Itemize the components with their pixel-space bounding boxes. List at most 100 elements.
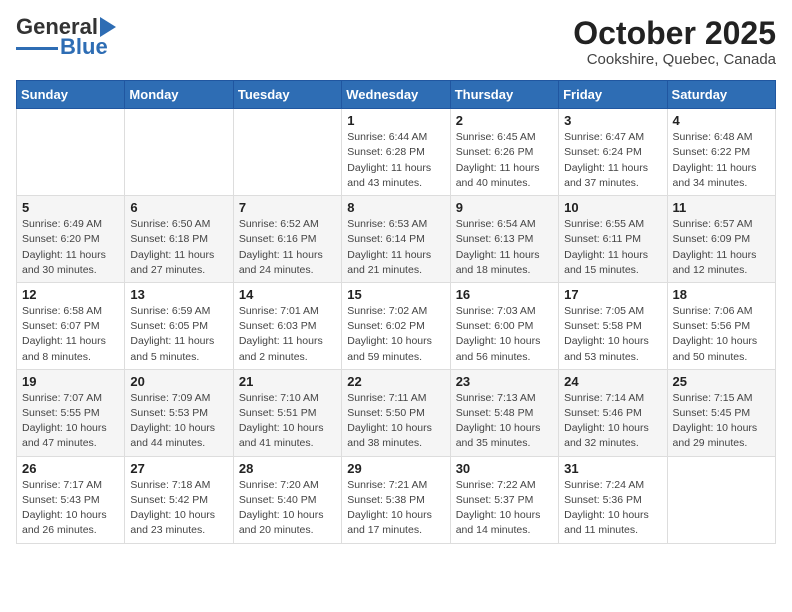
location-subtitle: Cookshire, Quebec, Canada [573,51,776,68]
header-monday: Monday [125,81,233,109]
day-info-26: Sunrise: 7:17 AM Sunset: 5:43 PM Dayligh… [22,478,119,539]
day-info-23: Sunrise: 7:13 AM Sunset: 5:48 PM Dayligh… [456,391,553,452]
header-friday: Friday [559,81,667,109]
logo-line [16,47,58,50]
day-cell-6: 6 Sunrise: 6:50 AM Sunset: 6:18 PM Daylig… [125,196,233,283]
empty-cell [233,109,341,196]
day-cell-22: 22 Sunrise: 7:11 AM Sunset: 5:50 PM Dayli… [342,369,450,456]
day-number-15: 15 [347,287,444,302]
title-section: October 2025 Cookshire, Quebec, Canada [573,16,776,68]
day-info-5: Sunrise: 6:49 AM Sunset: 6:20 PM Dayligh… [22,217,119,278]
day-number-20: 20 [130,374,227,389]
day-cell-1: 1 Sunrise: 6:44 AM Sunset: 6:28 PM Daylig… [342,109,450,196]
day-cell-17: 17 Sunrise: 7:05 AM Sunset: 5:58 PM Dayli… [559,282,667,369]
day-cell-3: 3Sunrise: 6:47 AM Sunset: 6:24 PM Daylig… [559,109,667,196]
empty-cell [667,456,775,543]
day-info-14: Sunrise: 7:01 AM Sunset: 6:03 PM Dayligh… [239,304,336,365]
day-number-1: 1 [347,113,444,128]
day-number-22: 22 [347,374,444,389]
day-info-11: Sunrise: 6:57 AM Sunset: 6:09 PM Dayligh… [673,217,770,278]
week-row-5: 26 Sunrise: 7:17 AM Sunset: 5:43 PM Dayli… [17,456,776,543]
header-tuesday: Tuesday [233,81,341,109]
header-sunday: Sunday [17,81,125,109]
day-number-18: 18 [673,287,770,302]
day-cell-20: 20 Sunrise: 7:09 AM Sunset: 5:53 PM Dayli… [125,369,233,456]
week-row-3: 12Sunrise: 6:58 AM Sunset: 6:07 PM Dayli… [17,282,776,369]
day-info-2: Sunrise: 6:45 AM Sunset: 6:26 PM Dayligh… [456,130,553,191]
day-cell-21: 21Sunrise: 7:10 AM Sunset: 5:51 PM Dayli… [233,369,341,456]
empty-cell [17,109,125,196]
calendar-header-row: SundayMondayTuesdayWednesdayThursdayFrid… [17,81,776,109]
day-number-24: 24 [564,374,661,389]
day-cell-26: 26 Sunrise: 7:17 AM Sunset: 5:43 PM Dayli… [17,456,125,543]
day-info-7: Sunrise: 6:52 AM Sunset: 6:16 PM Dayligh… [239,217,336,278]
empty-cell [125,109,233,196]
day-info-19: Sunrise: 7:07 AM Sunset: 5:55 PM Dayligh… [22,391,119,452]
day-cell-4: 4 Sunrise: 6:48 AM Sunset: 6:22 PM Daylig… [667,109,775,196]
day-cell-11: 11 Sunrise: 6:57 AM Sunset: 6:09 PM Dayli… [667,196,775,283]
day-info-1: Sunrise: 6:44 AM Sunset: 6:28 PM Dayligh… [347,130,444,191]
day-cell-24: 24 Sunrise: 7:14 AM Sunset: 5:46 PM Dayli… [559,369,667,456]
header-thursday: Thursday [450,81,558,109]
day-info-30: Sunrise: 7:22 AM Sunset: 5:37 PM Dayligh… [456,478,553,539]
day-number-31: 31 [564,461,661,476]
day-cell-16: 16Sunrise: 7:03 AM Sunset: 6:00 PM Dayli… [450,282,558,369]
day-info-22: Sunrise: 7:11 AM Sunset: 5:50 PM Dayligh… [347,391,444,452]
day-cell-7: 7 Sunrise: 6:52 AM Sunset: 6:16 PM Daylig… [233,196,341,283]
day-number-23: 23 [456,374,553,389]
day-info-4: Sunrise: 6:48 AM Sunset: 6:22 PM Dayligh… [673,130,770,191]
day-cell-15: 15Sunrise: 7:02 AM Sunset: 6:02 PM Dayli… [342,282,450,369]
day-cell-13: 13 Sunrise: 6:59 AM Sunset: 6:05 PM Dayli… [125,282,233,369]
day-number-4: 4 [673,113,770,128]
day-cell-9: 9 Sunrise: 6:54 AM Sunset: 6:13 PM Daylig… [450,196,558,283]
day-info-31: Sunrise: 7:24 AM Sunset: 5:36 PM Dayligh… [564,478,661,539]
day-info-24: Sunrise: 7:14 AM Sunset: 5:46 PM Dayligh… [564,391,661,452]
day-cell-30: 30 Sunrise: 7:22 AM Sunset: 5:37 PM Dayli… [450,456,558,543]
day-number-25: 25 [673,374,770,389]
calendar-table: SundayMondayTuesdayWednesdayThursdayFrid… [16,80,776,543]
day-number-13: 13 [130,287,227,302]
day-number-9: 9 [456,200,553,215]
week-row-1: 1 Sunrise: 6:44 AM Sunset: 6:28 PM Daylig… [17,109,776,196]
day-cell-8: 8 Sunrise: 6:53 AM Sunset: 6:14 PM Daylig… [342,196,450,283]
day-info-18: Sunrise: 7:06 AM Sunset: 5:56 PM Dayligh… [673,304,770,365]
week-row-2: 5Sunrise: 6:49 AM Sunset: 6:20 PM Daylig… [17,196,776,283]
day-info-8: Sunrise: 6:53 AM Sunset: 6:14 PM Dayligh… [347,217,444,278]
day-info-21: Sunrise: 7:10 AM Sunset: 5:51 PM Dayligh… [239,391,336,452]
header-saturday: Saturday [667,81,775,109]
day-info-9: Sunrise: 6:54 AM Sunset: 6:13 PM Dayligh… [456,217,553,278]
day-number-11: 11 [673,200,770,215]
day-info-13: Sunrise: 6:59 AM Sunset: 6:05 PM Dayligh… [130,304,227,365]
day-number-6: 6 [130,200,227,215]
day-cell-28: 28 Sunrise: 7:20 AM Sunset: 5:40 PM Dayli… [233,456,341,543]
page-header: General Blue October 2025 Cookshire, Que… [16,16,776,68]
day-info-27: Sunrise: 7:18 AM Sunset: 5:42 PM Dayligh… [130,478,227,539]
day-number-28: 28 [239,461,336,476]
day-number-2: 2 [456,113,553,128]
day-info-10: Sunrise: 6:55 AM Sunset: 6:11 PM Dayligh… [564,217,661,278]
day-cell-18: 18 Sunrise: 7:06 AM Sunset: 5:56 PM Dayli… [667,282,775,369]
day-info-12: Sunrise: 6:58 AM Sunset: 6:07 PM Dayligh… [22,304,119,365]
day-cell-12: 12Sunrise: 6:58 AM Sunset: 6:07 PM Dayli… [17,282,125,369]
day-info-25: Sunrise: 7:15 AM Sunset: 5:45 PM Dayligh… [673,391,770,452]
day-info-17: Sunrise: 7:05 AM Sunset: 5:58 PM Dayligh… [564,304,661,365]
day-number-26: 26 [22,461,119,476]
day-info-6: Sunrise: 6:50 AM Sunset: 6:18 PM Dayligh… [130,217,227,278]
day-number-16: 16 [456,287,553,302]
day-number-8: 8 [347,200,444,215]
day-number-29: 29 [347,461,444,476]
day-cell-19: 19Sunrise: 7:07 AM Sunset: 5:55 PM Dayli… [17,369,125,456]
day-number-17: 17 [564,287,661,302]
day-info-3: Sunrise: 6:47 AM Sunset: 6:24 PM Dayligh… [564,130,661,191]
day-info-28: Sunrise: 7:20 AM Sunset: 5:40 PM Dayligh… [239,478,336,539]
day-cell-29: 29Sunrise: 7:21 AM Sunset: 5:38 PM Dayli… [342,456,450,543]
day-cell-10: 10Sunrise: 6:55 AM Sunset: 6:11 PM Dayli… [559,196,667,283]
day-cell-2: 2 Sunrise: 6:45 AM Sunset: 6:26 PM Daylig… [450,109,558,196]
week-row-4: 19Sunrise: 7:07 AM Sunset: 5:55 PM Dayli… [17,369,776,456]
day-number-14: 14 [239,287,336,302]
day-cell-23: 23 Sunrise: 7:13 AM Sunset: 5:48 PM Dayli… [450,369,558,456]
day-info-20: Sunrise: 7:09 AM Sunset: 5:53 PM Dayligh… [130,391,227,452]
day-number-30: 30 [456,461,553,476]
day-number-7: 7 [239,200,336,215]
day-cell-14: 14 Sunrise: 7:01 AM Sunset: 6:03 PM Dayli… [233,282,341,369]
